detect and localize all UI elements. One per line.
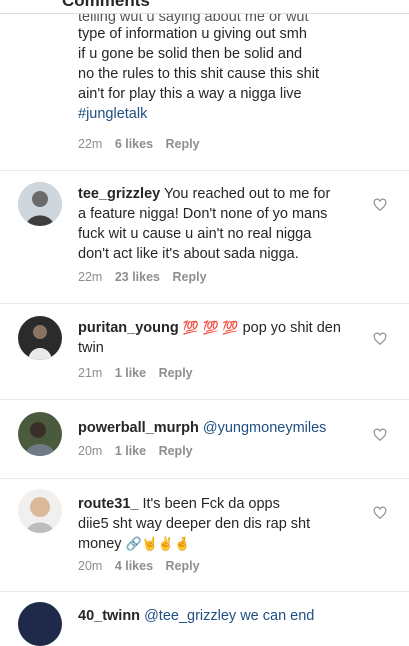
avatar[interactable] xyxy=(18,182,62,226)
avatar-image xyxy=(18,182,62,226)
comment-text-line: a feature nigga! Don't none of yo mans xyxy=(78,206,328,222)
comment-meta: 20m 4 likes Reply xyxy=(78,559,209,573)
comment-body: 40_twinn @tee_grizzley we can end xyxy=(78,606,378,626)
emoji-icons: 🔗🤘✌️🤞 xyxy=(125,536,191,551)
comment-time: 20m xyxy=(78,559,103,573)
username-link[interactable]: powerball_murph xyxy=(78,420,199,436)
comments-header: Comments xyxy=(0,0,409,14)
divider xyxy=(0,303,409,304)
comment-text-line: fuck wit u cause u ain't no real nigga xyxy=(78,226,312,242)
like-heart-icon[interactable] xyxy=(373,506,387,520)
comment-text-line: no the rules to this shit cause this shi… xyxy=(78,66,319,82)
comment-likes[interactable]: 23 likes xyxy=(115,270,160,284)
hundred-emoji-icon: 💯 💯 💯 xyxy=(182,320,239,335)
comment-meta: 20m 1 like Reply xyxy=(78,444,202,458)
divider xyxy=(0,399,409,400)
comment-text-line: don't act like it's about sada nigga. xyxy=(78,246,299,262)
divider xyxy=(0,591,409,592)
comment-likes[interactable]: 4 likes xyxy=(115,559,153,573)
reply-button[interactable]: Reply xyxy=(172,270,206,284)
comment-likes[interactable]: 6 likes xyxy=(115,137,153,151)
avatar-image xyxy=(18,412,62,456)
username-link[interactable]: route31_ xyxy=(78,496,138,512)
like-heart-icon[interactable] xyxy=(373,332,387,346)
comment-time: 22m xyxy=(78,137,103,151)
avatar-image xyxy=(18,489,62,533)
avatar-image xyxy=(18,602,62,646)
comment-text: pop yo shit den xyxy=(242,320,341,336)
comment-text-line: type of information u giving out smh xyxy=(78,26,307,42)
comment-text-line: if u gone be solid then be solid and xyxy=(78,46,303,62)
divider xyxy=(0,478,409,479)
page-title: Comments xyxy=(62,0,150,10)
username-link[interactable]: puritan_young xyxy=(78,320,179,336)
avatar[interactable] xyxy=(18,489,62,533)
comment-text-line: telling wut u saying about me or wut xyxy=(78,14,309,24)
reply-button[interactable]: Reply xyxy=(166,559,200,573)
avatar[interactable] xyxy=(18,316,62,360)
divider xyxy=(0,170,409,171)
comment-meta: 22m 6 likes Reply xyxy=(78,137,209,151)
comment-meta: 21m 1 like Reply xyxy=(78,366,202,380)
comment-meta: 22m 23 likes Reply xyxy=(78,270,216,284)
comment-text: It's been Fck da opps xyxy=(142,496,280,512)
comment-time: 22m xyxy=(78,270,103,284)
comment-likes[interactable]: 1 like xyxy=(115,444,146,458)
comment-body: route31_ It's been Fck da opps diie5 sht… xyxy=(78,494,378,554)
comment-time: 20m xyxy=(78,444,103,458)
comment-text: You reached out to me for xyxy=(164,186,331,202)
comment-body: tee_grizzley You reached out to me for a… xyxy=(78,184,378,264)
like-heart-icon[interactable] xyxy=(373,198,387,212)
comment-body: puritan_young 💯 💯 💯 pop yo shit den twin xyxy=(78,318,378,358)
mention-link[interactable]: @yungmoneymiles xyxy=(203,420,327,436)
comment-time: 21m xyxy=(78,366,103,380)
comment-body: powerball_murph @yungmoneymiles xyxy=(78,418,378,438)
comment-text-line: ain't for play this a way a nigga live xyxy=(78,86,302,102)
mention-link[interactable]: @tee_grizzley we can end xyxy=(144,608,314,624)
comment-text-line: twin xyxy=(78,340,104,356)
comment-text: money xyxy=(78,536,122,552)
like-heart-icon[interactable] xyxy=(373,428,387,442)
reply-button[interactable]: Reply xyxy=(159,444,193,458)
comment-body: telling wut u saying about me or wut typ… xyxy=(78,14,378,124)
username-link[interactable]: tee_grizzley xyxy=(78,186,160,202)
avatar[interactable] xyxy=(18,602,62,646)
username-link[interactable]: 40_twinn xyxy=(78,608,140,624)
comment-text-line: diie5 sht way deeper den dis rap sht xyxy=(78,516,311,532)
avatar-image xyxy=(18,316,62,360)
reply-button[interactable]: Reply xyxy=(166,137,200,151)
reply-button[interactable]: Reply xyxy=(159,366,193,380)
hashtag-link[interactable]: #jungletalk xyxy=(78,104,378,124)
avatar[interactable] xyxy=(18,412,62,456)
comment-likes[interactable]: 1 like xyxy=(115,366,146,380)
